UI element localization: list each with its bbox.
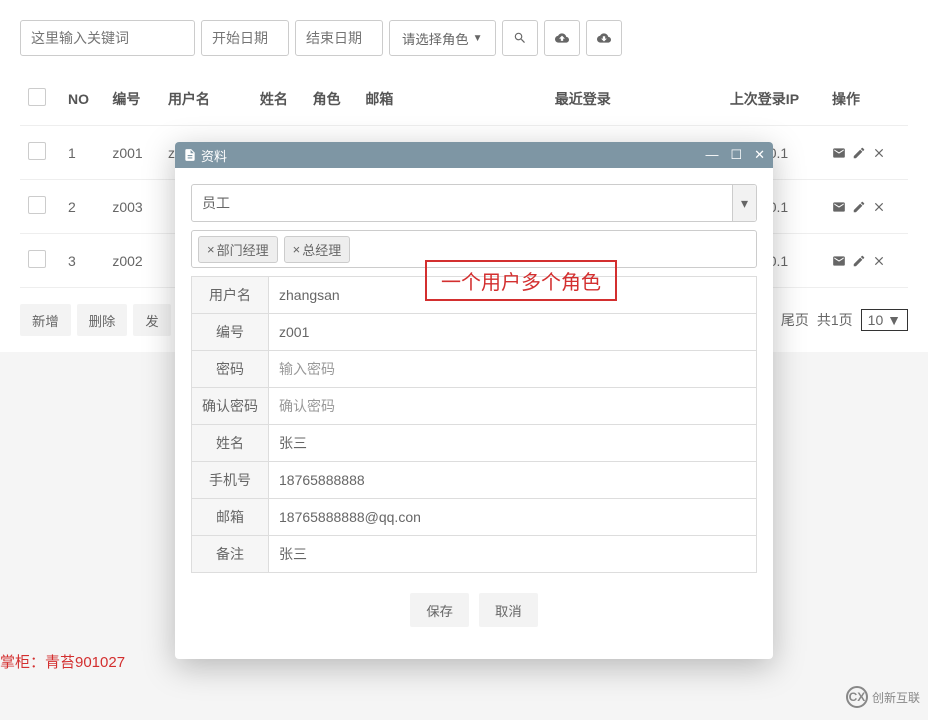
keyword-input[interactable] [20, 20, 195, 56]
modal-footer: 保存 取消 [191, 573, 757, 643]
end-date-input[interactable] [295, 20, 383, 56]
close-icon[interactable] [872, 146, 886, 160]
input-password[interactable] [269, 350, 757, 388]
cell-code: z002 [104, 234, 160, 288]
role-tags[interactable]: × 部门经理 × 总经理 [191, 230, 757, 268]
cell-no: 2 [60, 180, 104, 234]
row-actions [832, 146, 900, 160]
cloud-download-icon [597, 31, 611, 45]
input-username[interactable] [269, 276, 757, 314]
cell-no: 1 [60, 126, 104, 180]
edit-icon[interactable] [852, 146, 866, 160]
add-button[interactable]: 新增 [20, 304, 71, 336]
mail-icon[interactable] [832, 254, 846, 268]
credit-text: 掌柜：青苔901027 [0, 651, 125, 672]
start-date-input[interactable] [201, 20, 289, 56]
input-phone[interactable] [269, 461, 757, 499]
total-pages: 共1页 [817, 310, 853, 330]
col-code: 编号 [104, 72, 160, 126]
row-actions [832, 200, 900, 214]
col-ip: 上次登录IP [722, 72, 824, 126]
col-username: 用户名 [160, 72, 252, 126]
logo-text: 创新互联 [872, 689, 920, 706]
minimize-icon[interactable]: — [705, 147, 718, 163]
col-role: 角色 [305, 72, 358, 126]
col-name: 姓名 [252, 72, 305, 126]
col-actions: 操作 [824, 72, 908, 126]
page-size-select[interactable]: 10 ▼ [861, 309, 908, 331]
watermark-logo: CX 创新互联 [846, 686, 920, 708]
profile-modal: 资料 — ☐ ✕ 员工 ▾ × 部门经理 × 总经理 用户名 编号 密码 [175, 142, 773, 659]
download-button[interactable] [586, 20, 622, 56]
input-confirm-password[interactable] [269, 387, 757, 425]
edit-icon[interactable] [852, 200, 866, 214]
row-checkbox[interactable] [28, 196, 46, 214]
cell-code: z003 [104, 180, 160, 234]
role-tag[interactable]: × 总经理 [284, 236, 351, 263]
select-all-checkbox[interactable] [28, 88, 46, 106]
modal-title-text: 资料 [201, 146, 227, 165]
label-name: 姓名 [191, 424, 269, 462]
col-no: NO [60, 72, 104, 126]
upload-button[interactable] [544, 20, 580, 56]
cloud-upload-icon [555, 31, 569, 45]
chevron-down-icon: ▼ [473, 33, 483, 44]
cell-code: z001 [104, 126, 160, 180]
role-select[interactable]: 请选择角色 ▼ [389, 20, 496, 56]
role-select-label: 请选择角色 [402, 29, 469, 48]
col-email: 邮箱 [357, 72, 546, 126]
chevron-down-icon: ▾ [732, 185, 756, 221]
mail-icon[interactable] [832, 200, 846, 214]
search-button[interactable] [502, 20, 538, 56]
row-checkbox[interactable] [28, 250, 46, 268]
col-lastlogin: 最近登录 [547, 72, 722, 126]
save-button[interactable]: 保存 [410, 593, 469, 627]
role-dropdown-value: 员工 [202, 193, 230, 213]
document-icon [183, 148, 197, 162]
logo-icon: CX [846, 686, 868, 708]
send-button[interactable]: 发 [133, 304, 170, 336]
mail-icon[interactable] [832, 146, 846, 160]
toolbar: 请选择角色 ▼ [0, 0, 928, 72]
label-remark: 备注 [191, 535, 269, 573]
label-confirm-password: 确认密码 [191, 387, 269, 425]
modal-body: 员工 ▾ × 部门经理 × 总经理 用户名 编号 密码 确认密码 姓名 手机号 [175, 168, 773, 659]
cancel-button[interactable]: 取消 [479, 593, 538, 627]
row-actions [832, 254, 900, 268]
role-tag[interactable]: × 部门经理 [198, 236, 278, 263]
edit-icon[interactable] [852, 254, 866, 268]
label-username: 用户名 [191, 276, 269, 314]
row-checkbox[interactable] [28, 142, 46, 160]
role-dropdown[interactable]: 员工 ▾ [191, 184, 757, 222]
input-remark[interactable] [269, 535, 757, 573]
label-code: 编号 [191, 313, 269, 351]
close-icon[interactable] [872, 254, 886, 268]
close-icon[interactable] [872, 200, 886, 214]
delete-button[interactable]: 删除 [77, 304, 128, 336]
close-icon[interactable]: ✕ [754, 147, 765, 163]
modal-titlebar: 资料 — ☐ ✕ [175, 142, 773, 168]
label-phone: 手机号 [191, 461, 269, 499]
input-code[interactable] [269, 313, 757, 351]
input-name[interactable] [269, 424, 757, 462]
label-email: 邮箱 [191, 498, 269, 536]
search-icon [513, 31, 527, 45]
label-password: 密码 [191, 350, 269, 388]
cell-no: 3 [60, 234, 104, 288]
maximize-icon[interactable]: ☐ [730, 147, 742, 163]
last-page-link[interactable]: 尾页 [781, 310, 809, 330]
input-email[interactable] [269, 498, 757, 536]
